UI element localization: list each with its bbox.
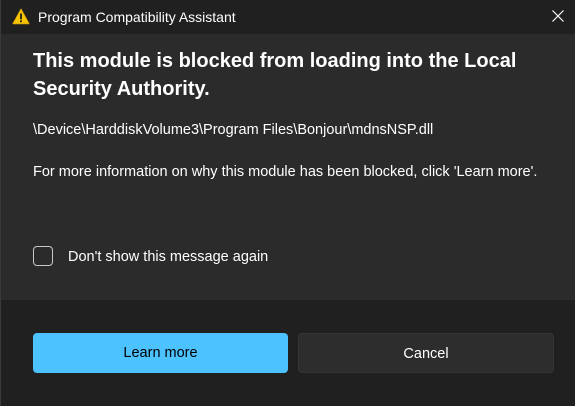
learn-more-button[interactable]: Learn more [33,333,288,373]
window-title: Program Compatibility Assistant [38,9,236,25]
cancel-button[interactable]: Cancel [298,333,554,373]
close-button[interactable] [546,4,570,28]
message-heading: This module is blocked from loading into… [33,50,517,100]
module-path: \Device\HarddiskVolume3\Program Files\Bo… [33,122,434,138]
dialog-content: This module is blocked from loading into… [1,34,575,300]
info-text: For more information on why this module … [33,164,538,180]
title-bar: Program Compatibility Assistant [1,0,575,34]
dont-show-again-label[interactable]: Don't show this message again [68,248,268,266]
compatibility-dialog: Program Compatibility Assistant This mod… [0,0,575,406]
dont-show-again-checkbox[interactable] [33,246,53,266]
close-icon [552,10,564,22]
dialog-footer: Learn more Cancel [1,300,575,406]
warning-icon [12,8,30,25]
